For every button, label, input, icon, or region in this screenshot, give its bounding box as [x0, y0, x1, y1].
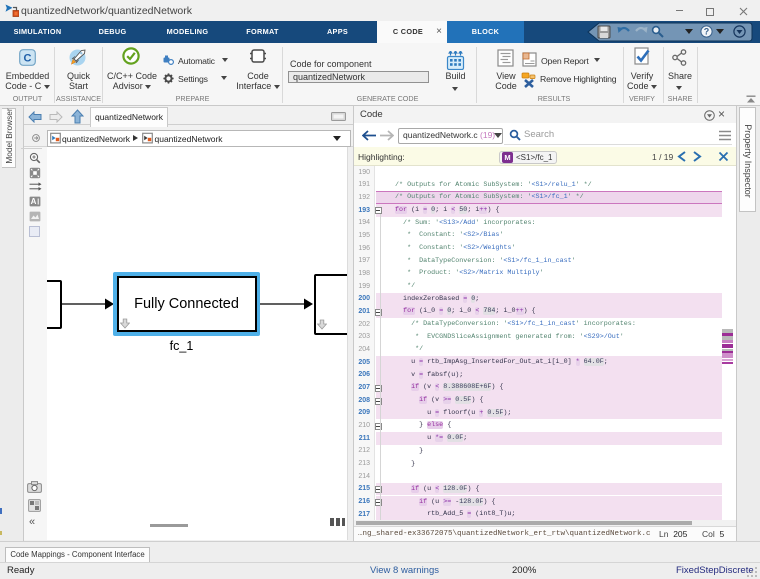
svg-text:A: A — [31, 197, 37, 206]
svg-text:C: C — [24, 53, 32, 65]
svg-text:?: ? — [704, 27, 710, 37]
